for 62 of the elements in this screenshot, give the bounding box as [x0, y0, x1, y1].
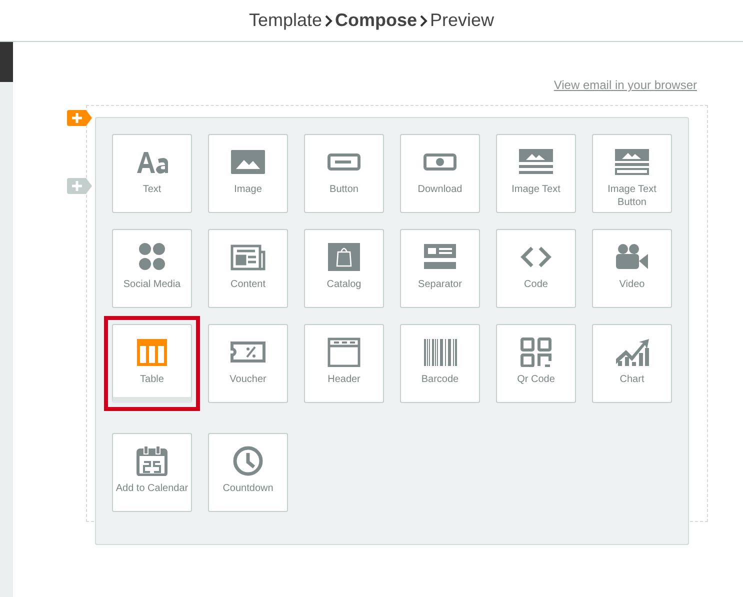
chevron-icon	[324, 14, 333, 26]
block-tile[interactable]: Qr Code	[496, 324, 576, 403]
image-icon	[230, 147, 266, 177]
block-label: Qr Code	[516, 373, 556, 386]
block-label: Barcode	[420, 373, 460, 386]
block-label: Download	[416, 183, 464, 196]
block-label: Voucher	[228, 373, 268, 386]
view-in-browser-link[interactable]: View email in your browser	[554, 78, 697, 92]
block-tile[interactable]: Code	[496, 229, 576, 308]
block-tile[interactable]: Chart	[592, 324, 672, 403]
block-tile[interactable]: Social Media	[112, 229, 192, 308]
block-label: Countdown	[222, 482, 274, 495]
image-text-button-icon	[614, 147, 650, 177]
block-tile[interactable]: Separator	[400, 229, 480, 308]
block-tile[interactable]: Header	[304, 324, 384, 403]
window-icon	[326, 337, 362, 367]
block-label: Button	[328, 183, 360, 196]
block-tile[interactable]: Image	[208, 134, 288, 213]
block-tile[interactable]: Barcode	[400, 324, 480, 403]
block-label: Video	[618, 278, 646, 291]
block-tile[interactable]: Video	[592, 229, 672, 308]
calendar-icon	[134, 446, 170, 476]
video-camera-icon	[614, 242, 650, 272]
block-tile[interactable]: Add to Calendar	[112, 433, 192, 512]
block-label: Catalog	[326, 278, 362, 291]
block-label: Image	[233, 183, 263, 196]
block-tile[interactable]: Countdown	[208, 433, 288, 512]
block-label: Header	[326, 373, 362, 386]
chevron-icon	[419, 14, 428, 26]
block-tile[interactable]: Image Text Button	[592, 134, 672, 213]
block-tile[interactable]: Button	[304, 134, 384, 213]
block-tile[interactable]: Catalog	[304, 229, 384, 308]
block-label: Chart	[618, 373, 646, 386]
block-label: Separator	[417, 278, 463, 291]
block-tile[interactable]: Voucher	[208, 324, 288, 403]
add-row-icon[interactable]	[67, 110, 92, 126]
block-label: Table	[139, 373, 165, 386]
block-label: Image Text Button	[606, 183, 658, 209]
newspaper-icon	[230, 242, 266, 272]
table-icon	[134, 337, 170, 367]
breadcrumb-step[interactable]: Preview	[430, 10, 494, 31]
shopping-bag-icon	[326, 242, 362, 272]
block-tile[interactable]: Image Text	[496, 134, 576, 213]
block-tile[interactable]: Text	[112, 134, 192, 213]
block-label: Social Media	[122, 278, 182, 291]
qr-code-icon	[518, 337, 554, 367]
block-label: Add to Calendar	[114, 482, 190, 495]
barcode-icon	[422, 337, 458, 367]
block-label: Text	[142, 183, 162, 196]
sidebar-dark-bar	[0, 42, 13, 82]
image-text-icon	[518, 147, 554, 177]
block-tile[interactable]: Content	[208, 229, 288, 308]
add-row-icon[interactable]	[67, 178, 92, 194]
breadcrumb-step[interactable]: Compose	[335, 10, 418, 31]
block-label: Image Text	[510, 183, 562, 196]
block-label: Code	[523, 278, 549, 291]
block-label: Content	[229, 278, 267, 291]
chart-icon	[614, 337, 650, 367]
breadcrumb-step[interactable]: Template	[248, 10, 322, 31]
block-tile[interactable]: Download	[400, 134, 480, 213]
separator-icon	[422, 242, 458, 272]
block-tile[interactable]: Table	[112, 324, 192, 403]
